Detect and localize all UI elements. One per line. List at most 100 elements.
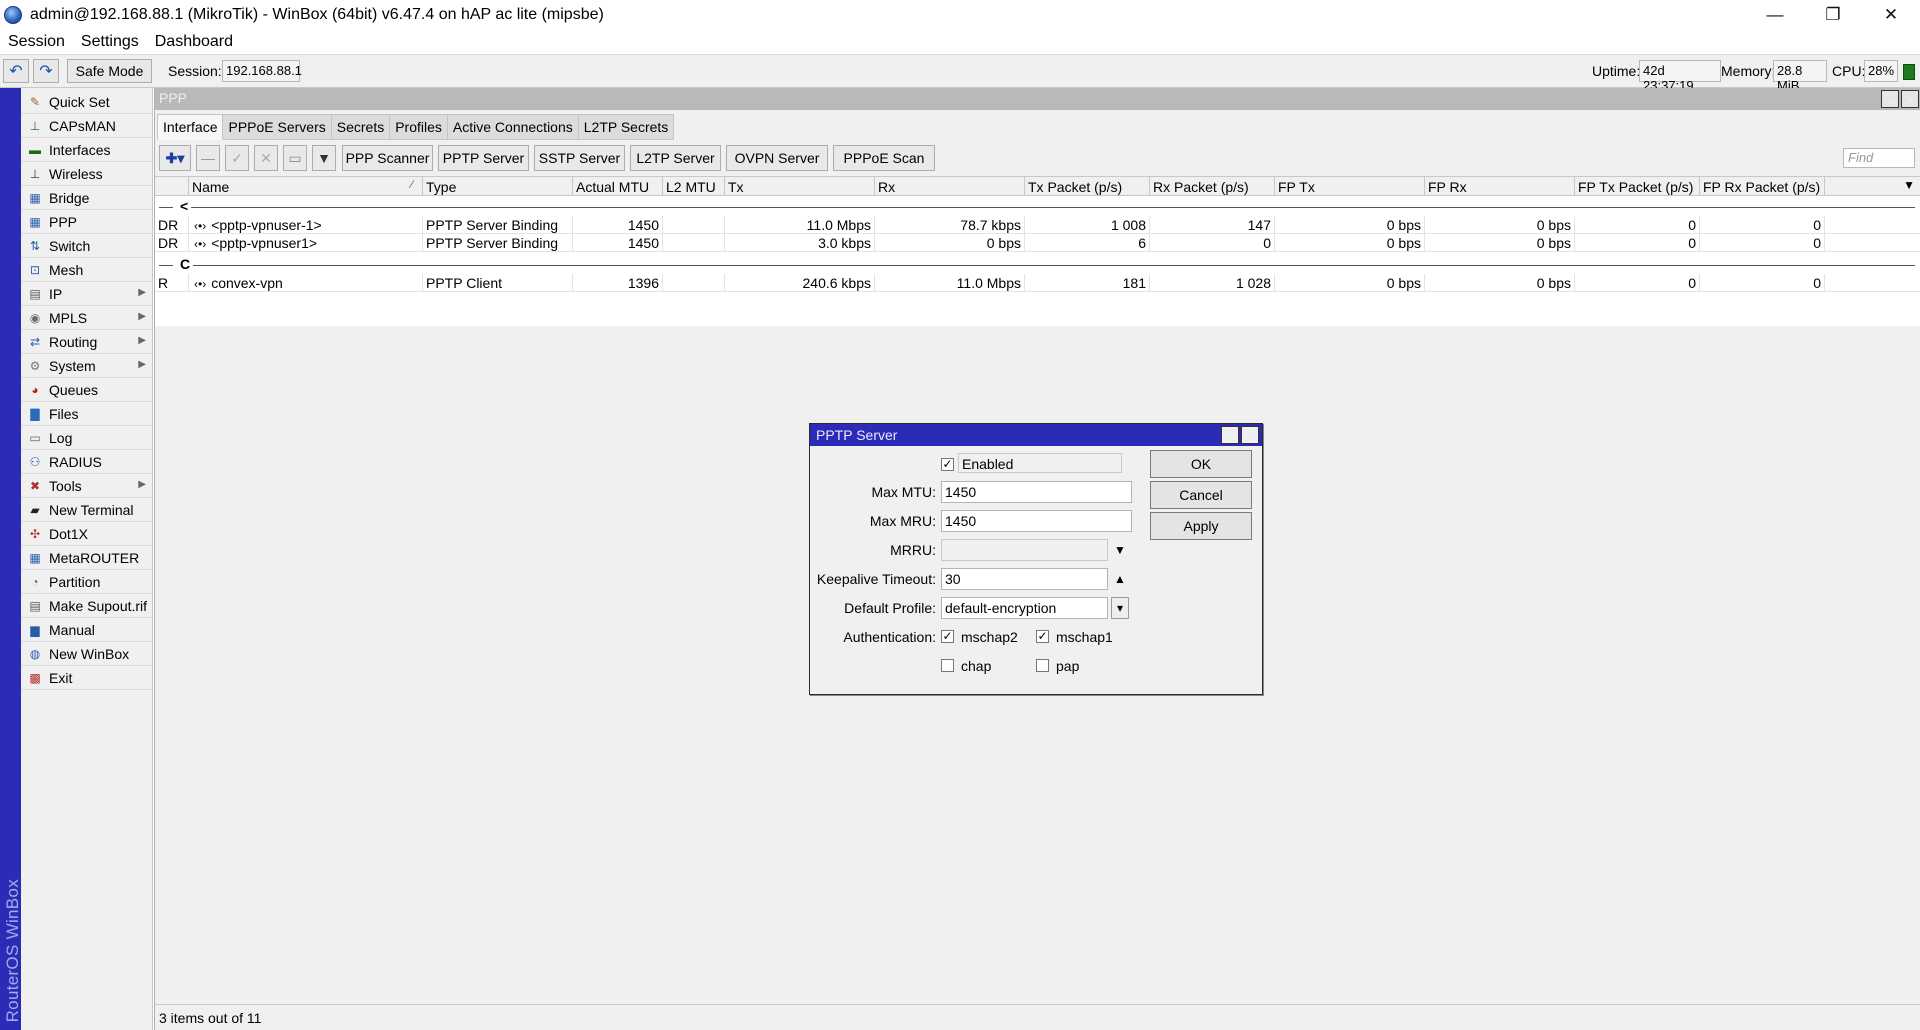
close-button[interactable]: ✕ — [1862, 0, 1920, 30]
sidebar-item-queues[interactable]: ◕ Queues — [21, 378, 152, 402]
sidebar-item-files[interactable]: ▇ Files — [21, 402, 152, 426]
column-header-l2-mtu[interactable]: L2 MTU — [663, 177, 725, 196]
sidebar-item-new-terminal[interactable]: ▰ New Terminal — [21, 498, 152, 522]
group-row: < — [155, 198, 1920, 216]
restore-button[interactable]: ❐ — [1804, 0, 1862, 30]
sidebar-item-tools[interactable]: ✖ Tools ▶ — [21, 474, 152, 498]
enabled-checkbox[interactable]: ✓ — [941, 458, 954, 471]
default-profile-select[interactable]: default-encryption — [941, 597, 1108, 619]
tab-profiles[interactable]: Profiles — [390, 114, 448, 140]
mrru-input[interactable] — [941, 539, 1108, 561]
disable-button[interactable]: ✕ — [254, 145, 278, 171]
pap-checkbox[interactable] — [1036, 659, 1049, 672]
maximize-icon[interactable]: ☐ — [1881, 90, 1899, 108]
sidebar-item-system[interactable]: ⚙ System ▶ — [21, 354, 152, 378]
keepalive-label: Keepalive Timeout: — [816, 571, 936, 587]
dialog-close-icon[interactable]: ✕ — [1241, 426, 1259, 444]
add-button[interactable]: ✚▾ — [159, 145, 191, 171]
apply-button[interactable]: Apply — [1150, 512, 1252, 540]
sidebar-item-wireless[interactable]: ⊥ Wireless — [21, 162, 152, 186]
column-header-tx-packet-p-s[interactable]: Tx Packet (p/s) — [1025, 177, 1150, 196]
cell-fprxp: 0 — [1700, 216, 1825, 234]
keepalive-collapse-icon[interactable]: ▲ — [1111, 568, 1129, 590]
sidebar-item-mpls[interactable]: ◉ MPLS ▶ — [21, 306, 152, 330]
pptp-server-button[interactable]: PPTP Server — [438, 145, 529, 171]
mschap1-checkbox[interactable]: ✓ — [1036, 630, 1049, 643]
column-header-name[interactable]: Name — [189, 177, 423, 196]
redo-button[interactable]: ↷ — [33, 59, 59, 83]
safe-mode-button[interactable]: Safe Mode — [67, 59, 152, 83]
max-mtu-input[interactable]: 1450 — [941, 481, 1132, 503]
sidebar-item-manual[interactable]: ▆ Manual — [21, 618, 152, 642]
sidebar-item-new-winbox[interactable]: ◍ New WinBox — [21, 642, 152, 666]
tab-pppoe-servers[interactable]: PPPoE Servers — [223, 114, 332, 140]
sidebar-item-metarouter[interactable]: ▦ MetaROUTER — [21, 546, 152, 570]
comment-button[interactable]: ▭ — [283, 145, 307, 171]
undo-button[interactable]: ↶ — [3, 59, 29, 83]
table-row[interactable]: R ‹•› convex-vpn PPTP Client 1396 240.6 kbps 1… — [155, 274, 1920, 292]
profile-dropdown-icon[interactable]: ▾ — [1111, 597, 1129, 619]
submenu-arrow-icon: ▶ — [138, 287, 146, 298]
minimize-button[interactable]: — — [1746, 0, 1804, 30]
tab-l2tp-secrets[interactable]: L2TP Secrets — [578, 114, 675, 140]
column-header-fp-rx-packet-p-s[interactable]: FP Rx Packet (p/s) — [1700, 177, 1825, 196]
sstp-server-button[interactable]: SSTP Server — [534, 145, 625, 171]
sidebar-item-capsman[interactable]: ⊥ CAPsMAN — [21, 114, 152, 138]
find-input[interactable]: Find — [1843, 148, 1915, 168]
cell-fptx: 0 bps — [1275, 234, 1425, 252]
pppoe-scan-button[interactable]: PPPoE Scan — [833, 145, 935, 171]
close-icon[interactable]: ✕ — [1901, 90, 1919, 108]
tab-interface[interactable]: Interface — [157, 114, 224, 140]
sidebar-item-partition[interactable]: ◔ Partition — [21, 570, 152, 594]
keepalive-input[interactable]: 30 — [941, 568, 1108, 590]
column-chooser-icon[interactable]: ▼ — [1903, 178, 1915, 192]
sidebar-item-mesh[interactable]: ⊡ Mesh — [21, 258, 152, 282]
sidebar-item-label: Wireless — [49, 165, 103, 182]
mschap2-checkbox[interactable]: ✓ — [941, 630, 954, 643]
sidebar-item-bridge[interactable]: ▦ Bridge — [21, 186, 152, 210]
dialog-maximize-icon[interactable]: ☐ — [1221, 426, 1239, 444]
ovpn-server-button[interactable]: OVPN Server — [726, 145, 828, 171]
sidebar-item-interfaces[interactable]: ▬ Interfaces — [21, 138, 152, 162]
menu-dashboard[interactable]: Dashboard — [147, 33, 241, 51]
column-header-rx-packet-p-s[interactable]: Rx Packet (p/s) — [1150, 177, 1275, 196]
cell-fptxp: 0 — [1575, 234, 1700, 252]
column-header-tx[interactable]: Tx — [725, 177, 875, 196]
column-header-fp-tx[interactable]: FP Tx — [1275, 177, 1425, 196]
sidebar-item-ppp[interactable]: ▦ PPP — [21, 210, 152, 234]
enable-button[interactable]: ✓ — [225, 145, 249, 171]
sidebar-item-log[interactable]: ▭ Log — [21, 426, 152, 450]
sidebar-item-exit[interactable]: ▩ Exit — [21, 666, 152, 690]
chap-checkbox[interactable] — [941, 659, 954, 672]
table-row[interactable]: DR ‹•› <pptp-vpnuser-1> PPTP Server Binding… — [155, 216, 1920, 234]
sidebar-item-make-supout-rif[interactable]: ▤ Make Supout.rif — [21, 594, 152, 618]
max-mru-input[interactable]: 1450 — [941, 510, 1132, 532]
menu-session[interactable]: Session — [0, 33, 73, 51]
column-header-actual-mtu[interactable]: Actual MTU — [573, 177, 663, 196]
column-header-rx[interactable]: Rx — [875, 177, 1025, 196]
remove-button[interactable]: — — [196, 145, 220, 171]
mrru-dropdown-icon[interactable]: ▼ — [1111, 539, 1129, 561]
sidebar-item-label: Queues — [49, 381, 99, 398]
sidebar-item-quick-set[interactable]: ✎ Quick Set — [21, 90, 152, 114]
table-row[interactable]: DR ‹•› <pptp-vpnuser1> PPTP Server Binding 1… — [155, 234, 1920, 252]
column-header-fp-rx[interactable]: FP Rx — [1425, 177, 1575, 196]
menu-settings[interactable]: Settings — [73, 33, 147, 51]
tab-secrets[interactable]: Secrets — [331, 114, 391, 140]
ppp-scanner-button[interactable]: PPP Scanner — [342, 145, 433, 171]
sidebar-item-dot1x[interactable]: ✣ Dot1X — [21, 522, 152, 546]
column-header-flags[interactable] — [155, 177, 189, 196]
cpu-label: CPU: — [1832, 63, 1866, 79]
sidebar-item-switch[interactable]: ⇅ Switch — [21, 234, 152, 258]
sidebar-item-radius[interactable]: ⚇ RADIUS — [21, 450, 152, 474]
sidebar-item-ip[interactable]: ▤ IP ▶ — [21, 282, 152, 306]
cancel-button[interactable]: Cancel — [1150, 481, 1252, 509]
tab-active-connections[interactable]: Active Connections — [447, 114, 579, 140]
filter-icon[interactable]: ▼ — [312, 145, 336, 171]
submenu-arrow-icon: ▶ — [138, 479, 146, 490]
ok-button[interactable]: OK — [1150, 450, 1252, 478]
column-header-fp-tx-packet-p-s[interactable]: FP Tx Packet (p/s) — [1575, 177, 1700, 196]
l2tp-server-button[interactable]: L2TP Server — [630, 145, 721, 171]
column-header-type[interactable]: Type — [423, 177, 573, 196]
sidebar-item-routing[interactable]: ⇄ Routing ▶ — [21, 330, 152, 354]
